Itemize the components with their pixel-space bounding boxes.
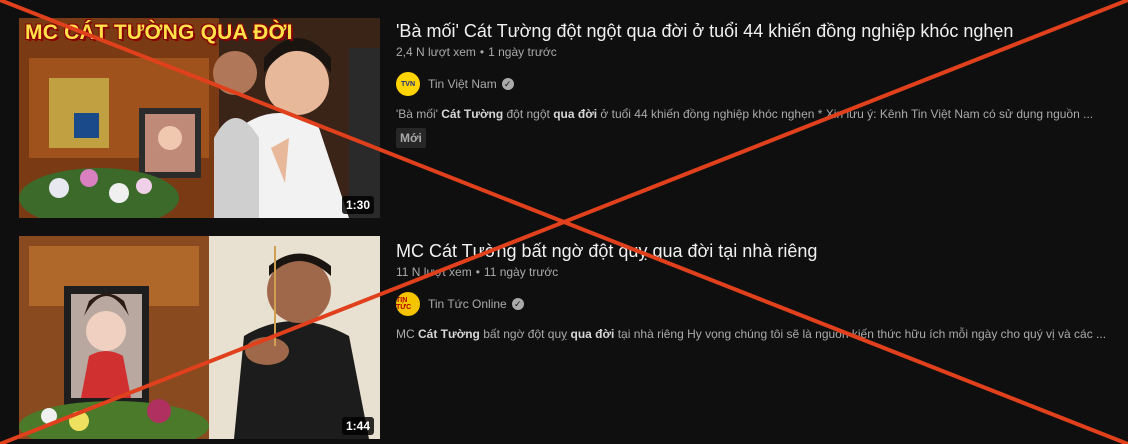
thumbnail-title-text: MC CÁT TƯỜNG QUA ĐỜI xyxy=(25,21,293,44)
result-info: 'Bà mối' Cát Tường đột ngột qua đời ở tu… xyxy=(396,18,1096,148)
description-keyword: qua đời xyxy=(570,327,615,341)
channel-name[interactable]: Tin Việt Nam xyxy=(428,77,497,91)
video-meta: 2,4 N lượt xem • 1 ngày trước xyxy=(396,45,1096,59)
meta-separator: • xyxy=(475,265,480,279)
description-text: 'Bà mối' xyxy=(396,107,442,121)
video-thumbnail[interactable]: 1:44 xyxy=(19,236,380,439)
video-title[interactable]: MC Cát Tường bất ngờ đột quỵ qua đời tại… xyxy=(396,238,1096,264)
meta-separator: • xyxy=(479,45,485,59)
verified-check-icon: ✓ xyxy=(511,298,524,310)
description-text: ở tuổi 44 khiến đồng nghiệp khóc nghẹn *… xyxy=(597,107,1094,121)
video-title[interactable]: 'Bà mối' Cát Tường đột ngột qua đời ở tu… xyxy=(396,18,1096,44)
description-keyword: Cát Tường xyxy=(418,327,480,341)
video-duration: 1:30 xyxy=(341,196,374,214)
channel-row[interactable]: TIN TỨC Tin Tức Online ✓ xyxy=(396,292,1096,316)
upload-age: 1 ngày trước xyxy=(488,45,557,59)
search-result[interactable]: 1:44 MC Cát Tường bất ngờ đột quỵ qua đờ… xyxy=(0,236,1128,444)
upload-age: 11 ngày trước xyxy=(483,265,559,279)
description-keyword: Cát Tường xyxy=(441,107,504,121)
search-result[interactable]: MC CÁT TƯỜNG QUA ĐỜI 1:30 'Bà mối' Cát T… xyxy=(0,0,1128,230)
video-description: 'Bà mối' Cát Tường đột ngột qua đời ở tu… xyxy=(396,107,1096,121)
new-badge: Mới xyxy=(396,128,426,148)
description-text: MC xyxy=(396,327,418,341)
video-description: MC Cát Tường bất ngờ đột quỵ qua đời tại… xyxy=(396,327,1106,341)
thumbnail-image xyxy=(19,18,380,218)
description-keyword: qua đời xyxy=(553,107,598,121)
description-text: tại nhà riêng Hy vọng chúng tôi sẽ là ng… xyxy=(614,327,1107,341)
result-info: MC Cát Tường bất ngờ đột quỵ qua đời tại… xyxy=(396,238,1106,341)
verified-check-icon: ✓ xyxy=(501,78,514,90)
video-thumbnail[interactable]: MC CÁT TƯỜNG QUA ĐỜI 1:30 xyxy=(19,18,380,218)
channel-row[interactable]: TVN Tin Việt Nam ✓ xyxy=(396,72,1096,96)
description-text: bất ngờ đột quỵ xyxy=(479,327,571,341)
channel-name[interactable]: Tin Tức Online xyxy=(428,297,507,311)
description-text: đột ngột xyxy=(503,107,554,121)
video-meta: 11 N lượt xem • 11 ngày trước xyxy=(396,265,1096,279)
view-count: 11 N lượt xem xyxy=(396,265,472,279)
video-duration: 1:44 xyxy=(341,417,374,435)
view-count: 2,4 N lượt xem xyxy=(396,45,476,59)
channel-avatar[interactable]: TVN xyxy=(396,72,420,96)
thumbnail-image xyxy=(19,236,380,439)
channel-avatar[interactable]: TIN TỨC xyxy=(396,292,420,316)
